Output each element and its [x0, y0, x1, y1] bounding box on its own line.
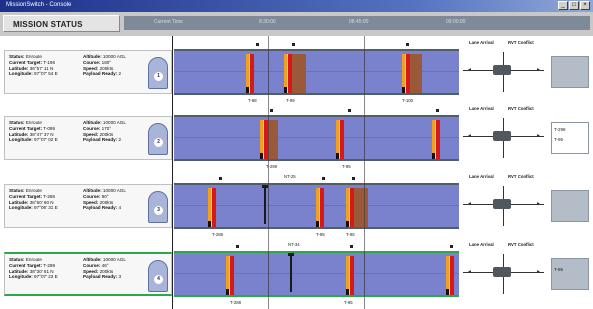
lane-arrival-label: Lane Arrival	[469, 106, 494, 111]
tick-0900: 09:00:00	[446, 19, 466, 25]
mission-timeline[interactable]	[174, 49, 459, 95]
time-scale-bar: Current Time 8:30:00 08:45:00 09:00:00	[124, 16, 590, 30]
mission-info: Status: Enroute Current Target: T-286 La…	[4, 184, 172, 228]
uav-badge-icon[interactable]: 4	[148, 260, 168, 292]
mission-panel-3[interactable]: Status: Enroute Current Target: T-286 La…	[4, 170, 589, 237]
mission-timeline[interactable]	[174, 251, 459, 297]
side-panel[interactable]: T-298 T-95	[551, 122, 589, 154]
current-time-line	[172, 36, 173, 309]
aircraft-icon	[493, 65, 511, 75]
mission-panel-4[interactable]: Status: Enroute Current Target: T-298 La…	[4, 238, 589, 305]
waypoint-label: NT-34	[288, 242, 300, 247]
rvt-conflict-label: RVT Conflict	[508, 174, 534, 179]
mission-info: Status: Enroute Current Target: T-298 La…	[4, 252, 172, 296]
minimize-button[interactable]: _	[558, 1, 568, 10]
mission-status-title: MISSION STATUS	[3, 15, 120, 32]
mission-info: Status: Enroute Current Target: T-196 La…	[4, 50, 172, 94]
tick-0845: 08:45:00	[349, 19, 369, 25]
rvt-conflict-label: RVT Conflict	[508, 242, 534, 247]
tick-0830: 8:30:00	[259, 19, 276, 25]
rvt-conflict-label: RVT Conflict	[508, 106, 534, 111]
rvt-conflict-label: RVT Conflict	[508, 40, 534, 45]
lane-arrival-label: Lane Arrival	[469, 174, 494, 179]
target-label: T-95	[346, 232, 355, 237]
target-label: T-286	[212, 232, 223, 237]
conflict-diagram: ◄ ►	[460, 183, 547, 229]
tick-current-time: Current Time	[154, 19, 183, 25]
side-tag[interactable]: T-298	[554, 127, 566, 132]
target-label: T-95	[344, 300, 353, 305]
side-tag[interactable]: T-95	[554, 137, 563, 142]
side-tag[interactable]: T-95	[554, 267, 563, 272]
aircraft-icon	[493, 199, 511, 209]
aircraft-icon	[493, 131, 511, 141]
target-label: T-95	[342, 164, 351, 169]
side-panel[interactable]	[551, 190, 589, 222]
side-panel[interactable]: T-95	[551, 258, 589, 290]
mission-timeline[interactable]	[174, 183, 459, 229]
uav-badge-icon[interactable]: 1	[148, 57, 168, 89]
conflict-diagram: ◄ ►	[460, 115, 547, 161]
mission-timeline[interactable]	[174, 115, 459, 161]
waypoint-label: NT-25	[284, 174, 296, 179]
uav-badge-icon[interactable]: 3	[148, 191, 168, 223]
title-bar: MissionSwitch - Console _ □ ×	[0, 0, 593, 12]
target-label: T-95	[316, 232, 325, 237]
close-button[interactable]: ×	[580, 1, 590, 10]
lane-arrival-label: Lane Arrival	[469, 40, 494, 45]
maximize-button[interactable]: □	[569, 1, 579, 10]
lane-arrival-label: Lane Arrival	[469, 242, 494, 247]
mission-panel-1[interactable]: Status: Enroute Current Target: T-196 La…	[4, 36, 589, 103]
mission-info: Status: Enroute Current Target: T-095 La…	[4, 116, 172, 160]
window-title: MissionSwitch - Console	[6, 2, 72, 8]
time-guide	[268, 36, 269, 309]
conflict-diagram: ◄ ►	[460, 49, 547, 95]
conflict-diagram: ◄ ►	[460, 251, 547, 297]
time-guide	[364, 36, 365, 309]
aircraft-icon	[493, 267, 511, 277]
target-label: T-288	[230, 300, 241, 305]
uav-badge-icon[interactable]: 2	[148, 123, 168, 155]
mission-panel-2[interactable]: Status: Enroute Current Target: T-095 La…	[4, 102, 589, 169]
mission-status-window: MissionSwitch - Console _ □ × MISSION ST…	[0, 0, 593, 309]
side-panel[interactable]	[551, 56, 589, 88]
